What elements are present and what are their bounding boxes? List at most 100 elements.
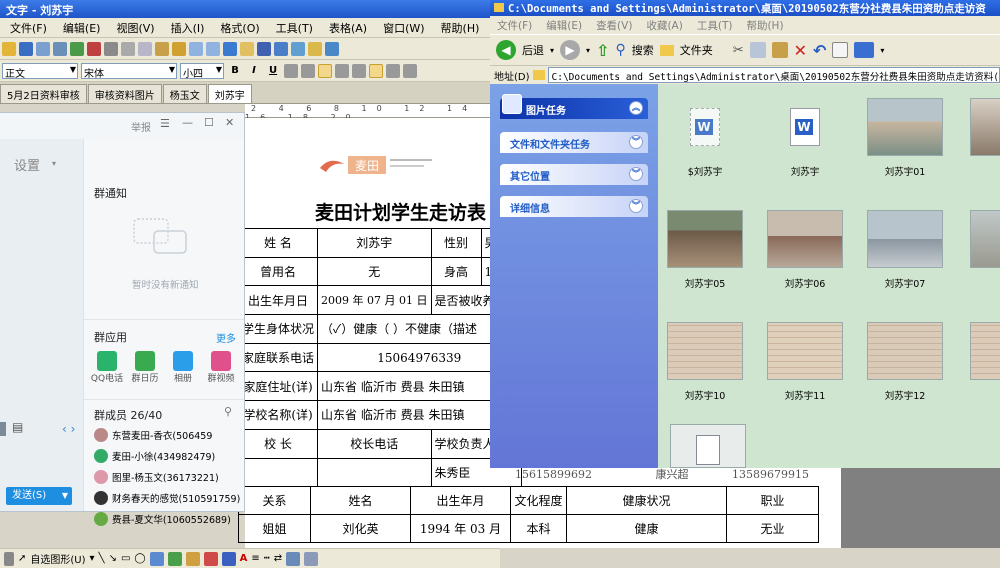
list-item[interactable]: 费县-夏文华(1060552689) <box>94 508 244 529</box>
tables-borders-icon[interactable] <box>240 41 254 56</box>
rectangle-icon[interactable]: ▭ <box>121 553 130 564</box>
qq-report-menu[interactable]: 举报 <box>131 119 151 134</box>
explorer-menu-tools[interactable]: 工具(T) <box>690 18 740 33</box>
zoom-icon[interactable] <box>325 41 339 56</box>
hyperlink-icon[interactable] <box>223 41 237 56</box>
folders-button-label[interactable]: 文件夹 <box>680 42 713 58</box>
horizontal-ruler[interactable]: 2 4 6 8 10 12 14 16 18 20 <box>245 104 490 122</box>
italic-button[interactable]: I <box>246 63 262 79</box>
copy-icon[interactable] <box>749 42 766 58</box>
draw-menu-icon[interactable] <box>4 551 14 566</box>
views-icon[interactable] <box>854 42 875 58</box>
paste-icon[interactable] <box>771 42 788 58</box>
group-apps-more-link[interactable]: 更多 <box>216 330 236 345</box>
line-style-icon[interactable]: ≡ <box>251 553 259 564</box>
font-size-combo[interactable]: 小四 ▼ <box>180 62 224 79</box>
save-icon[interactable] <box>19 41 33 56</box>
shadow-icon[interactable] <box>286 551 301 566</box>
copy-icon[interactable] <box>138 41 152 56</box>
style-combo[interactable]: 正文 ▼ <box>2 62 78 79</box>
select-objects-icon[interactable]: ➚ <box>18 553 26 564</box>
folders-icon[interactable] <box>659 44 674 56</box>
redo-icon[interactable] <box>206 41 220 56</box>
tab-yang-yuwen[interactable]: 杨玉文 <box>162 84 207 103</box>
file-item[interactable]: 刘苏宇12 <box>860 322 950 402</box>
undo-icon[interactable] <box>189 41 203 56</box>
delete-icon[interactable]: ✕ <box>794 41 807 60</box>
numbering-icon[interactable] <box>369 63 383 78</box>
paste-icon[interactable] <box>155 41 169 56</box>
up-folder-icon[interactable]: ⇧ <box>596 41 609 60</box>
print-preview-icon[interactable] <box>70 41 84 56</box>
name-value[interactable]: 刘苏宇 <box>317 228 432 258</box>
list-item[interactable]: 东营麦田-香衣(506459 <box>94 424 244 445</box>
word-menu-edit[interactable]: 编辑(E) <box>55 20 109 36</box>
file-item[interactable]: W $刘苏宇 <box>660 98 750 178</box>
search-icon[interactable]: ⚲ <box>224 405 232 418</box>
permission-icon[interactable] <box>36 41 50 56</box>
word-menu-view[interactable]: 视图(V) <box>108 20 162 36</box>
word-menu-format[interactable]: 格式(O) <box>212 20 267 36</box>
print-icon[interactable] <box>53 41 67 56</box>
tab-liu-suyu[interactable]: 刘苏宇 <box>207 84 252 103</box>
chevron-left-right-icon[interactable]: ‹ › <box>62 422 75 436</box>
list-item[interactable]: 图里-杨玉文(36173221) <box>94 466 244 487</box>
bold-button[interactable]: B <box>227 63 243 79</box>
search-button-label[interactable]: 搜索 <box>632 42 654 58</box>
app-group-calendar[interactable]: 群日历 <box>126 351 164 384</box>
cell-job[interactable]: 无业 <box>726 514 819 543</box>
search-icon[interactable]: ⚲ <box>615 42 625 58</box>
oval-icon[interactable]: ◯ <box>134 553 145 564</box>
columns-icon[interactable] <box>274 41 288 56</box>
task-picture-tasks[interactable]: 图片任务 ︽ <box>500 94 648 119</box>
file-item[interactable] <box>960 322 1000 388</box>
expand-chevron-icon[interactable]: ︾ <box>629 167 643 181</box>
undo-icon[interactable]: ↶ <box>813 41 826 60</box>
word-menu-help[interactable]: 帮助(H) <box>433 20 488 36</box>
expand-chevron-icon[interactable]: ︾ <box>629 199 643 213</box>
cell-birth[interactable]: 1994 年 03 月 <box>410 514 511 543</box>
list-item[interactable]: 麦田-小徐(434982479) <box>94 445 244 466</box>
font-combo[interactable]: 宋体 ▼ <box>81 62 177 79</box>
file-item[interactable]: 刘苏宇11 <box>760 322 850 402</box>
file-item[interactable] <box>960 210 1000 276</box>
font-color-icon[interactable]: A <box>240 553 248 564</box>
indent-icon[interactable] <box>403 63 417 78</box>
research-icon[interactable] <box>104 41 118 56</box>
expand-chevron-icon[interactable]: ︾ <box>629 135 643 149</box>
show-hide-icon[interactable] <box>308 41 322 56</box>
align-justify-icon[interactable] <box>318 63 332 78</box>
explorer-menu-favorites[interactable]: 收藏(A) <box>639 18 689 33</box>
align-center-icon[interactable] <box>301 63 315 78</box>
line-spacing-icon[interactable] <box>352 63 366 78</box>
textbox-icon[interactable] <box>149 551 164 566</box>
file-item[interactable]: 刘苏宇06 <box>760 210 850 290</box>
app-qq-call[interactable]: QQ电话 <box>88 351 126 384</box>
word-menu-insert[interactable]: 插入(I) <box>163 20 213 36</box>
spelling-icon[interactable] <box>87 41 101 56</box>
3d-icon[interactable] <box>304 551 319 566</box>
task-file-folder-tasks[interactable]: 文件和文件夹任务 ︾ <box>500 132 648 153</box>
underline-button[interactable]: U <box>265 63 281 79</box>
file-item[interactable]: 刘苏宇10 <box>660 322 750 402</box>
line-color-icon[interactable] <box>221 551 236 566</box>
maximize-icon[interactable]: ☐ <box>204 116 214 129</box>
explorer-file-view[interactable]: W $刘苏宇 W 刘苏宇 刘苏宇01 刘苏宇05 刘苏宇06 刘苏宇07 刘苏宇… <box>658 84 1000 468</box>
line-icon[interactable]: ╲ <box>99 553 105 564</box>
word-menu-window[interactable]: 窗口(W) <box>375 20 432 36</box>
properties-icon[interactable] <box>832 42 849 58</box>
file-item[interactable]: W 刘苏宇 <box>760 98 850 178</box>
qq-menu-icon[interactable]: ☰ <box>160 117 170 130</box>
minimize-icon[interactable]: — <box>182 116 193 129</box>
arrow-style-icon[interactable]: ⇄ <box>274 553 282 564</box>
send-button[interactable]: 发送(S) ▼ <box>6 487 72 505</box>
birth-value[interactable]: 2009 年 07 月 01 日 <box>317 285 432 316</box>
explorer-menu-file[interactable]: 文件(F) <box>490 18 539 33</box>
cut-icon[interactable]: ✂ <box>733 43 744 58</box>
collapse-chevron-icon[interactable]: ︽ <box>629 101 643 115</box>
align-right-icon[interactable] <box>335 63 349 78</box>
app-group-video[interactable]: 群视频 <box>202 351 240 384</box>
explorer-menu-view[interactable]: 查看(V) <box>589 18 639 33</box>
app-album[interactable]: 相册 <box>164 351 202 384</box>
word-menu-tools[interactable]: 工具(T) <box>268 20 321 36</box>
